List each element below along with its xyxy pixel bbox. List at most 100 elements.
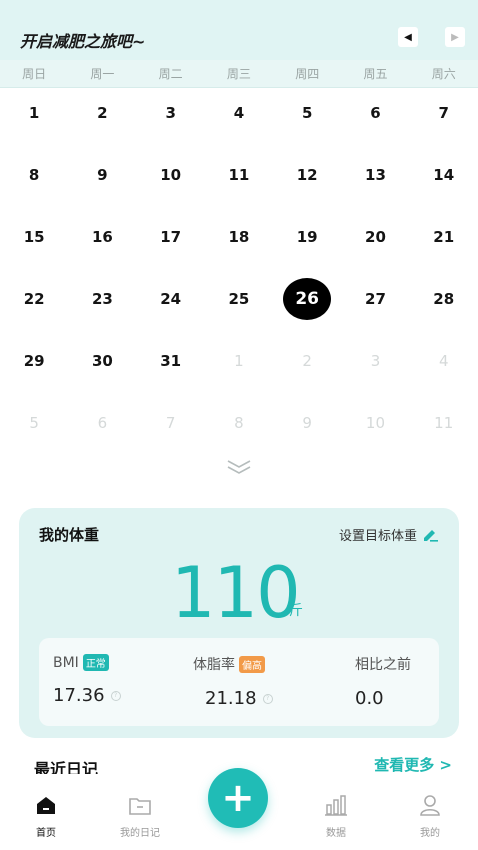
calendar-day[interactable]: 9 (68, 144, 136, 206)
next-month-button[interactable]: ▶ (445, 27, 465, 47)
prev-month-button[interactable]: ◀ (398, 27, 418, 47)
header-bar: 开启减肥之旅吧~ ◀ ▶ (0, 0, 478, 60)
calendar-day-number: 4 (233, 104, 245, 122)
page-title: 开启减肥之旅吧~ (20, 32, 146, 51)
calendar-day-number: 1 (28, 104, 40, 122)
body-fat-stat: 体脂率 偏高 21.18 ? (193, 654, 273, 709)
calendar-day[interactable]: 7 (410, 82, 478, 144)
calendar-day-number: 7 (438, 104, 449, 122)
calendar-day[interactable]: 30 (68, 330, 136, 392)
tab-home-label: 首页 (36, 828, 56, 839)
calendar-day[interactable]: 3 (137, 82, 205, 144)
calendar-day[interactable]: 11 (205, 144, 273, 206)
calendar-day[interactable]: 19 (273, 206, 341, 268)
calendar-day[interactable]: 23 (68, 268, 136, 330)
calendar-day-number: 4 (438, 352, 449, 370)
calendar-week-row: 5 6 7 8 9 10 11 (0, 392, 478, 454)
calendar-day[interactable]: 17 (137, 206, 205, 268)
calendar-day-number: 12 (296, 166, 318, 184)
calendar-day[interactable]: 4 (205, 82, 273, 144)
calendar-day[interactable]: 8 (205, 392, 273, 454)
calendar-day-number: 13 (365, 166, 386, 184)
calendar-day[interactable]: 29 (0, 330, 68, 392)
calendar-day-number: 11 (228, 166, 250, 184)
set-target-weight-button[interactable]: 设置目标体重 (339, 525, 439, 544)
weight-unit: 斤 (289, 603, 303, 619)
calendar-day-number: 14 (433, 166, 455, 184)
current-weight-value: 110 (171, 552, 301, 634)
calendar-day[interactable]: 20 (341, 206, 409, 268)
pencil-icon (424, 529, 438, 542)
calendar-day[interactable]: 24 (137, 268, 205, 330)
body-fat-value: 21.18 (205, 688, 257, 709)
calendar-day[interactable]: 5 (0, 392, 68, 454)
calendar-day-number: 6 (370, 104, 381, 122)
calendar-week-row: 1 2 3 4 5 6 7 (0, 82, 478, 144)
calendar-day[interactable]: 7 (137, 392, 205, 454)
calendar-day-today[interactable]: 26 (273, 268, 341, 330)
calendar-day[interactable]: 21 (410, 206, 478, 268)
calendar-day[interactable]: 8 (0, 144, 68, 206)
calendar-day[interactable]: 15 (0, 206, 68, 268)
calendar-day-number: 5 (301, 104, 313, 122)
calendar-day-number: 27 (365, 290, 386, 308)
calendar-day-number: 9 (97, 166, 108, 184)
calendar-day[interactable]: 2 (273, 330, 341, 392)
calendar-day[interactable]: 5 (273, 82, 341, 144)
calendar-day-number: 17 (160, 228, 182, 246)
calendar-day-number: 3 (370, 352, 381, 370)
calendar-week-row: 29 30 31 1 2 3 4 (0, 330, 478, 392)
expand-chevrons-icon[interactable] (226, 458, 252, 476)
tab-data-label: 数据 (326, 828, 346, 839)
compare-value: 0.0 (355, 688, 384, 709)
calendar-day[interactable]: 10 (137, 144, 205, 206)
bmi-status-badge: 正常 (82, 654, 109, 671)
calendar-week-row: 15 16 17 18 19 20 21 (0, 206, 478, 268)
tab-my-diary[interactable]: 我的日记 (110, 792, 170, 839)
calendar-day-number: 11 (434, 414, 454, 432)
calendar-day[interactable]: 16 (68, 206, 136, 268)
bmi-label: BMI (53, 654, 79, 671)
calendar-day[interactable]: 1 (0, 82, 68, 144)
calendar-day[interactable]: 10 (341, 392, 409, 454)
calendar-day[interactable]: 18 (205, 206, 273, 268)
tab-data[interactable]: 数据 (306, 792, 366, 839)
tab-mine-label: 我的 (420, 828, 440, 839)
calendar-day-number: 9 (302, 414, 312, 432)
body-fat-label: 体脂率 (193, 657, 235, 673)
calendar-day[interactable]: 14 (410, 144, 478, 206)
calendar-day-number: 26 (283, 278, 332, 320)
calendar-day[interactable]: 6 (341, 82, 409, 144)
add-record-button[interactable]: + (208, 768, 268, 828)
bar-chart-icon (325, 795, 347, 816)
calendar-day[interactable]: 6 (68, 392, 136, 454)
tab-mine[interactable]: 我的 (400, 792, 460, 839)
calendar-day[interactable]: 9 (273, 392, 341, 454)
calendar-day-number: 8 (28, 166, 40, 184)
calendar-day[interactable]: 28 (410, 268, 478, 330)
calendar-week-row: 22 23 24 25 26 27 28 (0, 268, 478, 330)
info-icon[interactable]: ? (110, 690, 121, 701)
calendar-day[interactable]: 13 (341, 144, 409, 206)
calendar-day[interactable]: 11 (410, 392, 478, 454)
triangle-left-icon: ◀ (404, 31, 412, 43)
calendar-day-number: 2 (302, 352, 312, 370)
calendar-day-number: 24 (160, 290, 182, 308)
calendar-day[interactable]: 25 (205, 268, 273, 330)
calendar-day-number: 18 (228, 228, 250, 246)
compare-stat: 相比之前 0.0 (355, 654, 411, 709)
calendar-day[interactable]: 1 (205, 330, 273, 392)
calendar-day[interactable]: 31 (137, 330, 205, 392)
calendar-day[interactable]: 4 (410, 330, 478, 392)
calendar-day-number: 10 (365, 414, 385, 432)
calendar-day-number: 10 (160, 166, 182, 184)
calendar-day[interactable]: 3 (341, 330, 409, 392)
info-icon[interactable]: ? (262, 693, 273, 704)
see-more-link[interactable]: 查看更多 > (374, 754, 452, 775)
weight-card: 我的体重 设置目标体重 110 斤 BMI 正常 17.36 ? 体脂率 偏高 (19, 508, 459, 738)
calendar-day[interactable]: 27 (341, 268, 409, 330)
calendar-day[interactable]: 12 (273, 144, 341, 206)
tab-home[interactable]: 首页 (16, 792, 76, 839)
calendar-day[interactable]: 2 (68, 82, 136, 144)
calendar-day[interactable]: 22 (0, 268, 68, 330)
